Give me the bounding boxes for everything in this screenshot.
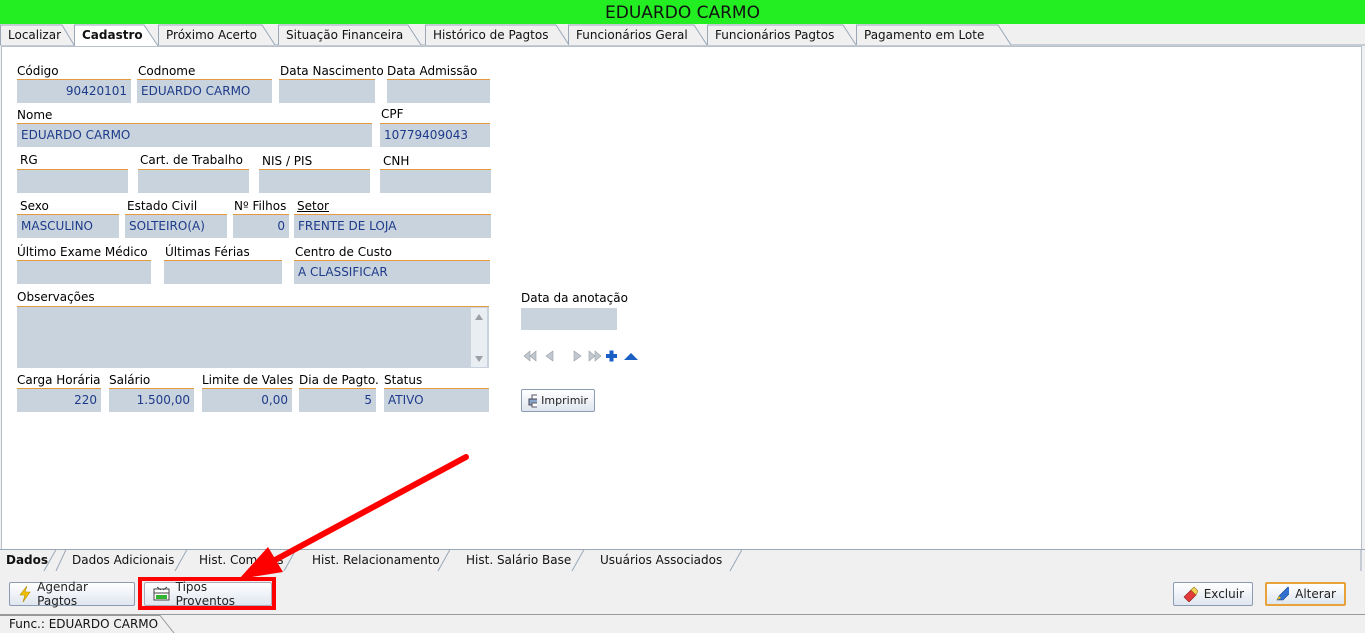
imprimir-button[interactable]: Imprimir [521, 389, 595, 412]
agendar-pagtos-button[interactable]: Agendar Pagtos [9, 580, 135, 608]
setor-link[interactable]: Setor [297, 199, 329, 213]
tab-funcionarios-pagtos[interactable]: Funcionários Pagtos [707, 24, 857, 45]
nome-field[interactable]: EDUARDO CARMO [17, 123, 372, 147]
carga-horaria-field[interactable]: 220 [17, 388, 101, 412]
nome-label: Nome [17, 108, 53, 122]
dia-pagto-label: Dia de Pagto. [299, 373, 379, 387]
nav-add-icon [606, 350, 617, 362]
data-anotacao-field[interactable] [521, 308, 617, 330]
table-money-icon [153, 586, 170, 601]
tab-dados-adicionais[interactable]: Dados Adicionais [66, 549, 174, 571]
nav-first-icon [523, 350, 537, 362]
sexo-field[interactable]: MASCULINO [17, 214, 119, 238]
num-filhos-label: Nº Filhos [234, 199, 287, 213]
carga-horaria-label: Carga Horária [17, 373, 101, 387]
cart-trabalho-field[interactable] [138, 169, 249, 193]
num-filhos-field[interactable]: 0 [233, 214, 289, 238]
codigo-label: Código [17, 64, 59, 78]
cpf-label: CPF [381, 107, 404, 121]
nav-last-icon [588, 350, 602, 362]
estado-civil-label: Estado Civil [127, 199, 198, 213]
limite-vales-label: Limite de Vales [202, 373, 294, 387]
observacoes-label: Observações [17, 290, 95, 304]
cnh-field[interactable] [380, 169, 491, 193]
cadastro-panel: Código 90420101 Codnome EDUARDO CARMO Da… [1, 46, 1362, 550]
setor-field[interactable]: FRENTE DE LOJA [294, 214, 491, 238]
nav-up-icon [624, 353, 638, 360]
rg-label: RG [20, 153, 38, 167]
tab-cadastro[interactable]: Cadastro [74, 24, 159, 46]
status-bar: Func.: EDUARDO CARMO [0, 614, 1365, 633]
nis-pis-field[interactable] [259, 169, 370, 193]
data-admissao-field[interactable] [387, 79, 490, 103]
tab-usuarios-associados[interactable]: Usuários Associados [594, 549, 722, 571]
data-anotacao-label: Data da anotação [521, 291, 628, 305]
ultimo-exame-field[interactable] [17, 260, 151, 284]
tipos-proventos-button[interactable]: Tipos Proventos [144, 580, 272, 608]
centro-custo-field[interactable]: A CLASSIFICAR [294, 260, 490, 284]
status-employee-text: Func.: EDUARDO CARMO [9, 617, 159, 631]
observacoes-textarea[interactable] [17, 306, 489, 368]
tab-localizar[interactable]: Localizar [0, 24, 75, 45]
nis-pis-label: NIS / PIS [262, 154, 313, 168]
dia-pagto-field[interactable]: 5 [299, 388, 376, 412]
printer-icon [528, 394, 538, 407]
edit-pen-icon [1276, 586, 1290, 601]
tab-hist-compras[interactable]: Hist. Compras [193, 549, 284, 571]
cnh-label: CNH [383, 154, 410, 168]
ultimas-ferias-label: Últimas Férias [165, 245, 250, 259]
tab-pagamento-lote[interactable]: Pagamento em Lote [856, 24, 1012, 45]
top-tab-strip: Localizar Cadastro Próximo Acerto Situaç… [0, 24, 1365, 46]
ultimas-ferias-field[interactable] [164, 260, 282, 284]
scroll-up-icon [475, 314, 483, 320]
status-field[interactable]: ATIVO [384, 388, 489, 412]
cart-trabalho-label: Cart. de Trabalho [140, 153, 243, 167]
sexo-label: Sexo [20, 199, 49, 213]
salario-label: Salário [109, 373, 151, 387]
limite-vales-field[interactable]: 0,00 [202, 388, 292, 412]
data-admissao-label: Data Admissão [387, 64, 478, 78]
observacoes-scrollbar[interactable] [471, 308, 487, 367]
cpf-field[interactable]: 10779409043 [380, 123, 490, 147]
alterar-button[interactable]: Alterar [1265, 582, 1346, 606]
tab-situacao-financeira[interactable]: Situação Financeira [278, 24, 422, 45]
eraser-icon [1183, 586, 1198, 602]
nav-next-icon [573, 350, 582, 362]
status-label: Status [384, 373, 423, 387]
centro-custo-label: Centro de Custo [295, 245, 392, 259]
tab-historico-pagtos[interactable]: Histórico de Pagtos [425, 24, 570, 45]
scroll-down-icon [475, 356, 483, 362]
data-nascimento-label: Data Nascimento [280, 64, 384, 78]
tab-funcionarios-geral[interactable]: Funcionários Geral [568, 24, 708, 45]
nav-prev-icon [545, 350, 554, 362]
window-title: EDUARDO CARMO [0, 0, 1365, 24]
tab-hist-salario-base[interactable]: Hist. Salário Base [460, 549, 571, 571]
tab-proximo-acerto[interactable]: Próximo Acerto [158, 24, 276, 45]
rg-field[interactable] [17, 169, 128, 193]
codnome-label: Codnome [138, 64, 196, 78]
tab-dados[interactable]: Dados [0, 549, 48, 571]
codnome-field[interactable]: EDUARDO CARMO [137, 79, 272, 103]
ultimo-exame-label: Último Exame Médico [17, 245, 148, 259]
codigo-field[interactable]: 90420101 [17, 79, 131, 103]
estado-civil-field[interactable]: SOLTEIRO(A) [125, 214, 227, 238]
excluir-button[interactable]: Excluir [1173, 582, 1253, 606]
salario-field[interactable]: 1.500,00 [109, 388, 194, 412]
lightning-icon [19, 586, 31, 602]
bottom-tab-strip: Dados Dados Adicionais Hist. Compras His… [0, 549, 1365, 571]
data-nascimento-field[interactable] [279, 79, 375, 103]
record-navigator [522, 349, 642, 365]
tab-hist-relacionamento[interactable]: Hist. Relacionamento [306, 549, 440, 571]
